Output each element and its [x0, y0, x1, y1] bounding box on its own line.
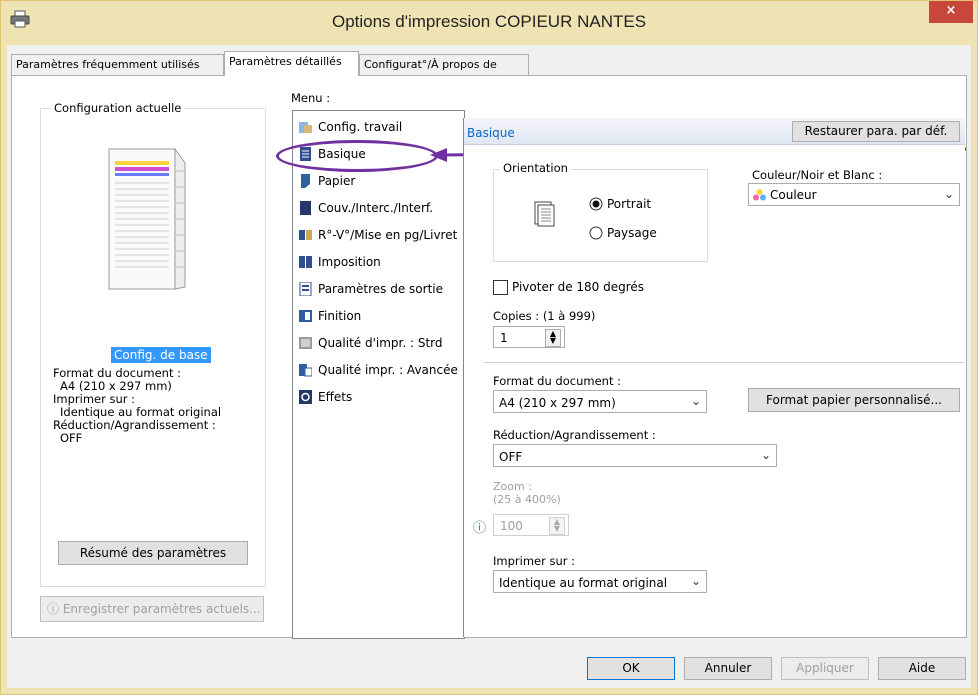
- cancel-button[interactable]: Annuler: [684, 657, 772, 680]
- portrait-page-icon: [534, 201, 555, 227]
- apply-button[interactable]: Appliquer: [781, 657, 869, 680]
- orientation-group: Orientation Portrait Paysage: [493, 161, 708, 262]
- print-on-label: Imprimer sur :: [493, 554, 576, 568]
- settings-summary-button[interactable]: Résumé des paramètres: [58, 541, 248, 565]
- quality-advanced-icon: [299, 364, 312, 377]
- basic-header-title: Basique: [467, 126, 515, 140]
- tab-config-about[interactable]: Configurat°/À propos de: [359, 54, 529, 75]
- title-bar[interactable]: Options d'impression COPIEUR NANTES ×: [1, 1, 977, 45]
- copies-value: 1: [500, 331, 508, 345]
- summary-reduction-value: OFF: [60, 431, 83, 445]
- quality-icon: [299, 337, 312, 349]
- chevron-down-icon: ⌄: [690, 574, 701, 588]
- output-icon: [299, 282, 312, 296]
- config-base-link[interactable]: Config. de base: [111, 347, 211, 363]
- chevron-down-icon: ⌄: [760, 448, 771, 462]
- help-button[interactable]: Aide: [878, 657, 966, 680]
- copies-stepper[interactable]: ▲ ▼: [545, 329, 561, 347]
- copies-label: Copies : (1 à 999): [493, 309, 596, 323]
- menu-item-paper[interactable]: Papier: [293, 168, 463, 194]
- menu-item-label: Imposition: [318, 255, 381, 269]
- custom-paper-button[interactable]: Format papier personnalisé...: [748, 388, 960, 412]
- effects-icon: [299, 390, 312, 404]
- landscape-label: Paysage: [607, 226, 657, 240]
- zoom-label: Zoom :: [493, 480, 532, 493]
- info-icon: ⓘ: [47, 602, 60, 616]
- menu-item-duplex[interactable]: R°-V°/Mise en pg/Livret: [293, 222, 463, 248]
- radio-selected-icon: [589, 197, 603, 211]
- save-settings-button[interactable]: ⓘ Enregistrer paramètres actuels...: [40, 596, 264, 622]
- copies-spinbox[interactable]: 1 ▲ ▼: [493, 326, 565, 348]
- menu-list[interactable]: Config. travail Basique Papier Couv./Int…: [292, 110, 465, 639]
- menu-item-job-config[interactable]: Config. travail: [293, 114, 463, 140]
- menu-label: Menu :: [291, 91, 331, 105]
- chevron-down-icon: ⌄: [943, 187, 954, 201]
- doc-format-select[interactable]: A4 (210 x 297 mm) ⌄: [493, 390, 707, 413]
- menu-item-label: R°-V°/Mise en pg/Livret: [318, 228, 458, 242]
- job-config-icon: [299, 122, 312, 133]
- config-summary: Format du document : A4 (210 x 297 mm) I…: [53, 367, 221, 445]
- reduction-label: Réduction/Agrandissement :: [493, 428, 656, 442]
- section-divider: [484, 362, 965, 363]
- menu-item-label: Couv./Interc./Interf.: [318, 201, 434, 215]
- zoom-range: (25 à 400%): [493, 493, 561, 506]
- close-button[interactable]: ×: [929, 1, 973, 23]
- finishing-icon: [299, 310, 312, 322]
- dialog-client: Paramètres fréquemment utilisés Paramètr…: [7, 45, 971, 688]
- doc-format-value: A4 (210 x 297 mm): [499, 396, 616, 410]
- doc-format-label: Format du document :: [493, 374, 621, 388]
- menu-item-cover[interactable]: Couv./Interc./Interf.: [293, 195, 463, 221]
- current-config-label: Configuration actuelle: [51, 101, 185, 115]
- menu-item-imposition[interactable]: Imposition: [293, 249, 463, 275]
- rotate-180-label: Pivoter de 180 degrés: [512, 280, 645, 294]
- cover-icon: [300, 201, 311, 215]
- ok-button[interactable]: OK: [587, 657, 675, 680]
- color-mode-label: Couleur/Noir et Blanc :: [752, 168, 883, 182]
- color-mode-select[interactable]: Couleur ⌄: [748, 183, 960, 206]
- menu-item-finishing[interactable]: Finition: [293, 303, 463, 329]
- restore-defaults-button[interactable]: Restaurer para. par déf.: [792, 121, 960, 142]
- zoom-label-group: Zoom : (25 à 400%): [493, 480, 561, 506]
- reduction-value: OFF: [499, 450, 523, 464]
- menu-item-quality-advanced[interactable]: Qualité impr. : Avancée: [293, 357, 463, 383]
- menu-item-label: Config. travail: [318, 120, 403, 134]
- menu-item-label: Qualité impr. : Avancée: [318, 363, 458, 377]
- menu-item-label: Finition: [318, 309, 362, 323]
- menu-item-quality-standard[interactable]: Qualité d'impr. : Strd: [293, 330, 463, 356]
- current-config-group: Configuration actuelle Config. de base F…: [40, 101, 266, 587]
- menu-item-label: Paramètres de sortie: [318, 282, 443, 296]
- basic-settings-pane: Basique Restaurer para. par déf. Orienta…: [463, 118, 965, 637]
- reduction-select[interactable]: OFF ⌄: [493, 444, 777, 467]
- tab-frequent-settings[interactable]: Paramètres fréquemment utilisés: [11, 54, 224, 75]
- portrait-label: Portrait: [607, 197, 652, 211]
- duplex-icon: [299, 230, 312, 240]
- paper-icon: [301, 174, 310, 188]
- info-icon: ⓘ: [473, 521, 487, 536]
- chevron-down-icon: ⌄: [690, 394, 701, 408]
- document-preview-icon: [108, 147, 186, 290]
- save-settings-label: Enregistrer paramètres actuels...: [62, 602, 261, 616]
- orientation-label: Orientation: [500, 161, 571, 175]
- menu-item-label: Qualité d'impr. : Strd: [318, 336, 443, 350]
- zoom-spinbox[interactable]: 100 ▲ ▼: [493, 514, 569, 536]
- basic-header-bar: Basique Restaurer para. par déf.: [464, 118, 965, 145]
- print-on-select[interactable]: Identique au format original ⌄: [493, 570, 707, 593]
- checkbox-box-icon: [493, 280, 508, 295]
- imposition-icon: [299, 256, 312, 268]
- print-on-value: Identique au format original: [499, 576, 668, 590]
- zoom-value: 100: [500, 519, 523, 533]
- color-dots-icon: [753, 189, 766, 201]
- color-mode-value: Couleur: [770, 188, 817, 202]
- zoom-stepper[interactable]: ▲ ▼: [549, 517, 565, 535]
- window-title: Options d'impression COPIEUR NANTES: [331, 12, 647, 31]
- menu-item-label: Effets: [318, 390, 353, 404]
- detailed-settings-panel: Configuration actuelle Config. de base F…: [11, 75, 967, 639]
- print-options-window: Options d'impression COPIEUR NANTES × Pa…: [0, 0, 978, 695]
- menu-item-output[interactable]: Paramètres de sortie: [293, 276, 463, 302]
- radio-empty-icon: [589, 226, 603, 240]
- menu-item-effects[interactable]: Effets: [293, 384, 463, 410]
- tab-detailed-settings[interactable]: Paramètres détaillés: [224, 51, 359, 76]
- annotation-ellipse: [276, 140, 438, 172]
